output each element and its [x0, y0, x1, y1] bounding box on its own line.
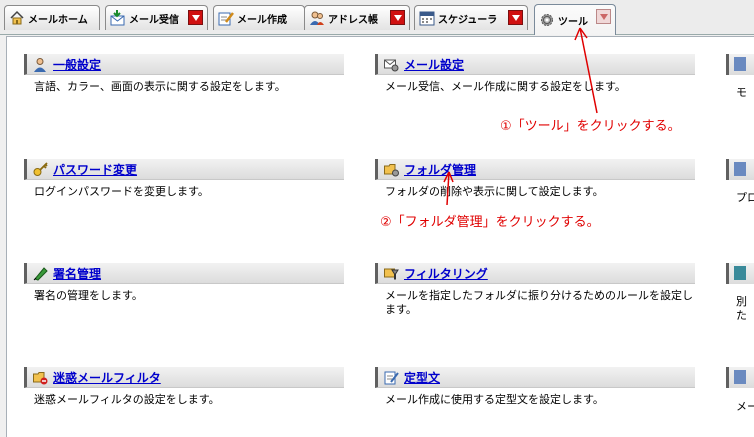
- annotation-step2: ②「フォルダ管理」をクリックする。: [380, 215, 600, 230]
- folder-settings-icon: [384, 162, 399, 177]
- settings-item-general: 一般設定 言語、カラー、画面の表示に関する設定をします。: [24, 54, 344, 94]
- settings-panel: 一般設定 言語、カラー、画面の表示に関する設定をします。 メール設定 メール受信…: [6, 36, 754, 437]
- annotation-step1: ①「ツール」をクリックする。: [500, 119, 681, 134]
- settings-item-header: パスワード変更: [24, 159, 344, 180]
- settings-item-header: [726, 367, 754, 388]
- link-folder-management[interactable]: フォルダ管理: [404, 161, 476, 178]
- item-icon: [734, 370, 746, 384]
- chevron-down-icon[interactable]: [596, 9, 611, 24]
- tab-label: メール作成: [237, 14, 287, 26]
- item-icon: [734, 266, 746, 280]
- item-description: メール作成に使用する定型文を設定します。: [385, 393, 604, 406]
- user-icon: [33, 57, 48, 72]
- item-description: プロ: [736, 191, 754, 204]
- settings-item-folder: フォルダ管理 フォルダの削除や表示に関して設定します。: [375, 159, 695, 199]
- receive-mail-icon: [110, 10, 126, 26]
- tab-address-book[interactable]: アドレス帳: [304, 5, 410, 30]
- item-description: モ: [736, 86, 747, 99]
- tab-bar: メールホーム メール受信 メール作成 アドレス帳 スケジューラ ツール: [0, 0, 754, 35]
- item-description: 署名の管理をします。: [34, 289, 143, 302]
- item-description: た: [736, 309, 747, 322]
- item-description: 迷惑メールフィルタの設定をします。: [34, 393, 220, 406]
- link-general-settings[interactable]: 一般設定: [53, 56, 101, 73]
- chevron-down-icon[interactable]: [508, 10, 523, 25]
- tab-label: ツール: [558, 16, 588, 28]
- key-icon: [33, 161, 48, 177]
- item-description: ログインパスワードを変更します。: [34, 185, 209, 198]
- tab-label: スケジューラ: [438, 14, 498, 26]
- tab-label: メールホーム: [28, 14, 88, 26]
- link-signature-management[interactable]: 署名管理: [53, 265, 101, 282]
- filter-icon: [384, 266, 399, 281]
- link-template[interactable]: 定型文: [404, 369, 440, 386]
- item-description: 言語、カラー、画面の表示に関する設定をします。: [34, 80, 286, 93]
- gear-icon: [539, 12, 555, 28]
- chevron-down-icon[interactable]: [390, 10, 405, 25]
- tab-mail-receive[interactable]: メール受信: [105, 5, 208, 30]
- link-filtering[interactable]: フィルタリング: [404, 265, 488, 282]
- home-icon: [9, 10, 25, 26]
- settings-item-header: フォルダ管理: [375, 159, 695, 180]
- tab-tools[interactable]: ツール: [534, 4, 616, 35]
- spam-folder-icon: [33, 370, 48, 385]
- settings-item-header: 迷惑メールフィルタ: [24, 367, 344, 388]
- tab-mail-compose[interactable]: メール作成: [213, 5, 305, 30]
- calendar-icon: [419, 10, 435, 26]
- compose-mail-icon: [218, 10, 234, 26]
- link-spam-filter[interactable]: 迷惑メールフィルタ: [53, 369, 161, 386]
- settings-item-header: 一般設定: [24, 54, 344, 75]
- settings-item-header: [726, 54, 754, 75]
- tab-mail-home[interactable]: メールホーム: [4, 5, 100, 30]
- item-description: メー: [736, 400, 754, 413]
- item-description: フォルダの削除や表示に関して設定します。: [385, 185, 604, 198]
- settings-item-header: [726, 159, 754, 180]
- settings-item-header: フィルタリング: [375, 263, 695, 284]
- item-icon: [734, 162, 746, 176]
- settings-item-header: 署名管理: [24, 263, 344, 284]
- signature-pen-icon: [33, 266, 48, 281]
- settings-item-spam-filter: 迷惑メールフィルタ 迷惑メールフィルタの設定をします。: [24, 367, 344, 407]
- chevron-down-icon[interactable]: [188, 10, 203, 25]
- item-description: メール受信、メール作成に関する設定をします。: [385, 80, 626, 93]
- settings-item-header: 定型文: [375, 367, 695, 388]
- settings-item-header: [726, 263, 754, 284]
- link-mail-settings[interactable]: メール設定: [404, 56, 464, 73]
- item-icon: [734, 57, 746, 71]
- settings-item-mail: メール設定 メール受信、メール作成に関する設定をします。: [375, 54, 695, 94]
- mail-settings-icon: [384, 57, 399, 72]
- tab-label: アドレス帳: [328, 14, 378, 26]
- link-password-change[interactable]: パスワード変更: [53, 161, 137, 178]
- tab-scheduler[interactable]: スケジューラ: [414, 5, 528, 30]
- template-note-icon: [384, 370, 399, 385]
- settings-item-signature: 署名管理 署名の管理をします。: [24, 263, 344, 303]
- address-book-icon: [309, 10, 325, 26]
- settings-item-template: 定型文 メール作成に使用する定型文を設定します。: [375, 367, 695, 407]
- item-description: メールを指定したフォルダに振り分けるためのルールを設定します。: [385, 289, 693, 316]
- settings-item-header: メール設定: [375, 54, 695, 75]
- settings-item-password: パスワード変更 ログインパスワードを変更します。: [24, 159, 344, 199]
- settings-item-filtering: フィルタリング メールを指定したフォルダに振り分けるためのルールを設定します。: [375, 263, 695, 317]
- tab-label: メール受信: [129, 14, 179, 26]
